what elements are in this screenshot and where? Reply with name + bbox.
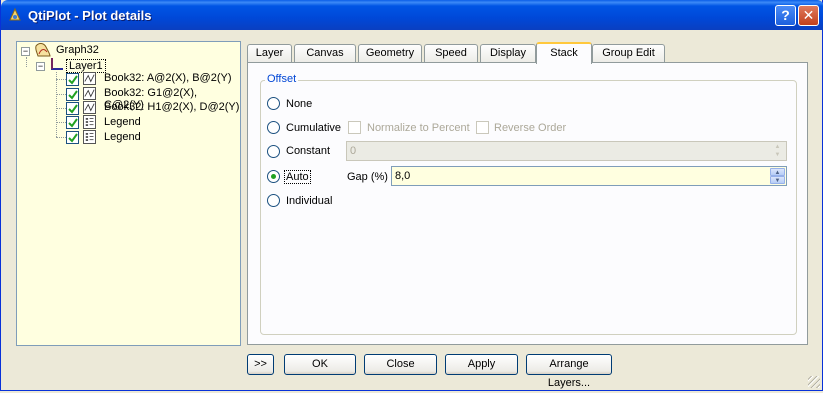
legend-visibility-checkbox[interactable] (66, 131, 79, 144)
tab-canvas[interactable]: Canvas (294, 44, 356, 63)
offset-group-title: Offset (265, 73, 299, 85)
curve-visibility-checkbox[interactable] (66, 88, 79, 101)
tree-item-label[interactable]: Legend (104, 116, 141, 128)
offset-individual-radio[interactable] (267, 194, 280, 207)
offset-cumulative-label[interactable]: Cumulative (286, 122, 341, 134)
tree-line (56, 122, 66, 123)
tree-line (56, 94, 66, 95)
graph-icon (35, 43, 51, 57)
arrange-layers-button[interactable]: Arrange Layers... (526, 354, 612, 389)
tree-layer-label[interactable]: Layer1 (66, 59, 106, 73)
close-button[interactable]: Close (364, 354, 437, 375)
constant-offset-input[interactable]: 0 ▲ ▼ (346, 141, 787, 161)
stack-panel: Offset None Cumulative Normalize to Perc… (247, 62, 808, 345)
tree-line (56, 137, 66, 138)
expand-button[interactable]: >> (247, 354, 274, 375)
offset-cumulative-radio[interactable] (267, 121, 280, 134)
help-button[interactable]: ? (775, 5, 796, 26)
tree-item-label[interactable]: Legend (104, 131, 141, 143)
tab-display[interactable]: Display (480, 44, 536, 63)
spin-down-icon[interactable]: ▼ (770, 176, 785, 184)
tree-line (26, 57, 27, 67)
spin-up-icon[interactable]: ▲ (770, 168, 785, 176)
plot-details-window: QtiPlot - Plot details ? ✕ − Graph32 − L… (0, 0, 823, 391)
offset-none-label[interactable]: None (286, 98, 312, 110)
spin-up-icon[interactable]: ▲ (770, 143, 785, 151)
gap-label: Gap (%) (347, 171, 388, 183)
tab-geometry[interactable]: Geometry (358, 44, 422, 63)
offset-auto-radio[interactable] (267, 170, 280, 183)
collapse-layer-icon[interactable]: − (36, 62, 45, 71)
collapse-graph-icon[interactable]: − (21, 47, 30, 56)
layer-icon (51, 58, 63, 70)
offset-auto-label[interactable]: Auto (284, 170, 311, 184)
tab-stack[interactable]: Stack (536, 42, 592, 64)
apply-button[interactable]: Apply (445, 354, 518, 375)
constant-offset-value: 0 (350, 145, 357, 157)
title-bar[interactable]: QtiPlot - Plot details ? ✕ (1, 0, 823, 30)
tree-line (56, 108, 66, 109)
normalize-percent-checkbox[interactable] (348, 121, 361, 134)
tab-speed[interactable]: Speed (424, 44, 478, 63)
offset-groupbox (260, 80, 797, 335)
spin-down-icon[interactable]: ▼ (770, 151, 785, 159)
gap-percent-input[interactable]: 8,0 ▲ ▼ (391, 166, 787, 186)
tree-graph-label[interactable]: Graph32 (56, 44, 99, 56)
normalize-percent-label: Normalize to Percent (367, 122, 470, 134)
gap-percent-value: 8,0 (395, 170, 411, 182)
tree-item-label[interactable]: Book32: H1@2(X), D@2(Y) (104, 101, 239, 113)
tab-group-edit[interactable]: Group Edit (592, 44, 665, 63)
legend-icon (83, 130, 96, 144)
plot-tree[interactable]: − Graph32 − Layer1 Book32: A@2(X), B@2(Y… (16, 41, 241, 346)
tree-line (56, 79, 66, 80)
reverse-order-label: Reverse Order (494, 122, 567, 134)
legend-visibility-checkbox[interactable] (66, 116, 79, 129)
reverse-order-checkbox[interactable] (476, 121, 489, 134)
legend-icon (83, 115, 96, 129)
window-title: QtiPlot - Plot details (28, 8, 152, 23)
curve-icon (83, 101, 96, 114)
curve-icon (83, 87, 96, 100)
curve-visibility-checkbox[interactable] (66, 73, 79, 86)
constant-spinner[interactable]: ▲ ▼ (770, 143, 785, 159)
offset-constant-radio[interactable] (267, 145, 280, 158)
tree-line (56, 72, 57, 137)
curve-visibility-checkbox[interactable] (66, 102, 79, 115)
offset-none-radio[interactable] (267, 97, 280, 110)
tree-item-label[interactable]: Book32: A@2(X), B@2(Y) (104, 72, 232, 84)
tab-layer[interactable]: Layer (247, 44, 292, 63)
resize-grip-icon[interactable] (808, 376, 820, 388)
curve-icon (83, 72, 96, 85)
ok-button[interactable]: OK (284, 354, 356, 375)
qtiplot-app-icon (9, 7, 21, 21)
offset-individual-label[interactable]: Individual (286, 195, 332, 207)
gap-spinner[interactable]: ▲ ▼ (770, 168, 785, 184)
close-window-button[interactable]: ✕ (798, 5, 819, 26)
offset-constant-label[interactable]: Constant (286, 145, 330, 157)
